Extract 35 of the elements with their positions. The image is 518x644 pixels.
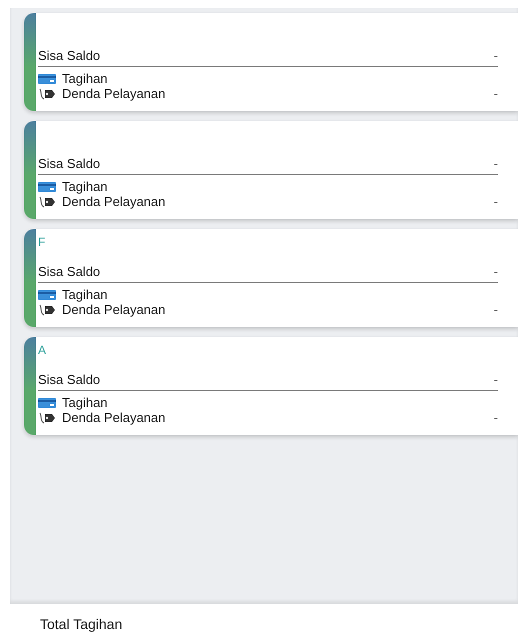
balance-value: - — [494, 264, 498, 279]
balance-label: Sisa Saldo — [38, 156, 100, 171]
fine-value: - — [494, 302, 498, 317]
balance-label: Sisa Saldo — [38, 264, 100, 279]
account-card[interactable]: Sisa Saldo - Tagihan Denda Pelayanan - — [24, 13, 518, 111]
credit-card-icon — [38, 290, 56, 300]
account-name: F — [38, 235, 46, 250]
fine-label: Denda Pelayanan — [62, 194, 166, 209]
fine-value: - — [494, 86, 498, 101]
account-card[interactable]: F Sisa Saldo - Tagihan Denda Pelayanan - — [24, 229, 518, 327]
price-tag-icon — [38, 410, 56, 424]
credit-card-icon — [38, 74, 56, 84]
balance-label: Sisa Saldo — [38, 372, 100, 387]
price-tag-icon — [38, 194, 56, 208]
credit-card-icon — [38, 182, 56, 192]
price-tag-icon — [38, 302, 56, 316]
account-card[interactable]: Sisa Saldo - Tagihan Denda Pelayanan - — [24, 121, 518, 219]
balance-label: Sisa Saldo — [38, 48, 100, 63]
fine-label: Denda Pelayanan — [62, 86, 166, 101]
price-tag-icon — [38, 86, 56, 100]
balance-value: - — [494, 372, 498, 387]
credit-card-icon — [38, 398, 56, 408]
balance-value: - — [494, 48, 498, 63]
bill-label: Tagihan — [62, 179, 108, 194]
balance-value: - — [494, 156, 498, 171]
account-name: A — [38, 343, 48, 358]
fine-value: - — [494, 194, 498, 209]
bill-label: Tagihan — [62, 287, 108, 302]
account-card[interactable]: A Sisa Saldo - Tagihan Denda Pelayanan - — [24, 337, 518, 435]
fine-label: Denda Pelayanan — [62, 302, 166, 317]
fine-label: Denda Pelayanan — [62, 410, 166, 425]
total-label: Total Tagihan — [40, 616, 122, 632]
fine-value: - — [494, 410, 498, 425]
bill-label: Tagihan — [62, 395, 108, 410]
bill-label: Tagihan — [62, 71, 108, 86]
